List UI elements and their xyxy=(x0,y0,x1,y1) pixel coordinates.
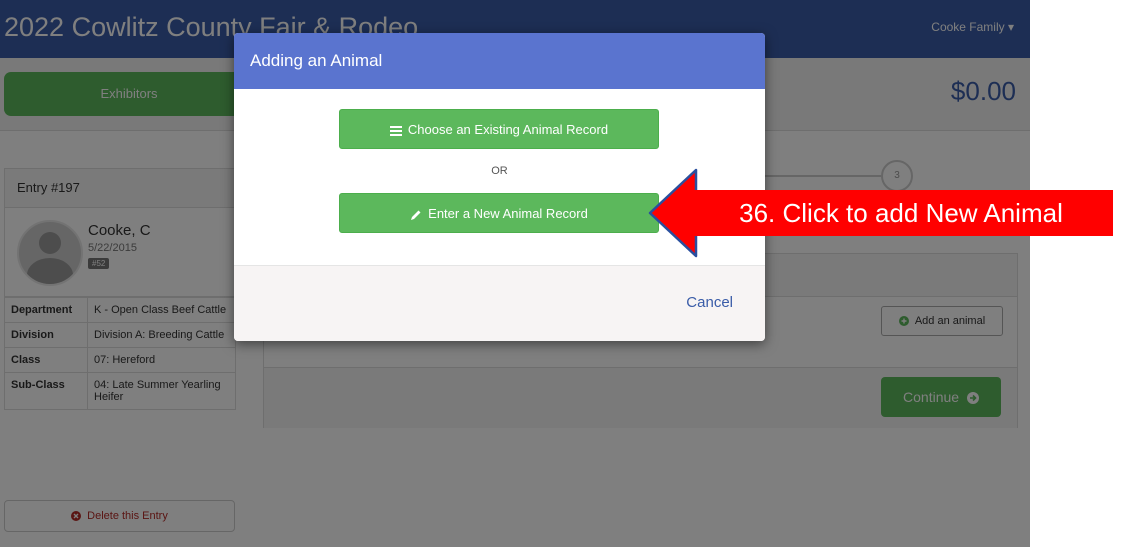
modal-title: Adding an Animal xyxy=(250,51,383,70)
app-background: 2022 Cowlitz County Fair & Rodeo Cooke F… xyxy=(0,0,1030,547)
enter-new-label: Enter a New Animal Record xyxy=(428,206,588,221)
list-icon xyxy=(389,125,402,136)
instruction-callout: 36. Click to add New Animal xyxy=(689,190,1113,236)
modal-header: Adding an Animal xyxy=(234,33,765,89)
pencil-icon xyxy=(411,210,421,220)
cancel-link[interactable]: Cancel xyxy=(686,294,733,311)
choose-existing-animal-button[interactable]: Choose an Existing Animal Record xyxy=(339,109,659,149)
choose-existing-label: Choose an Existing Animal Record xyxy=(407,122,609,137)
enter-new-animal-button[interactable]: Enter a New Animal Record xyxy=(339,193,659,233)
modal-footer: Cancel xyxy=(234,265,765,341)
